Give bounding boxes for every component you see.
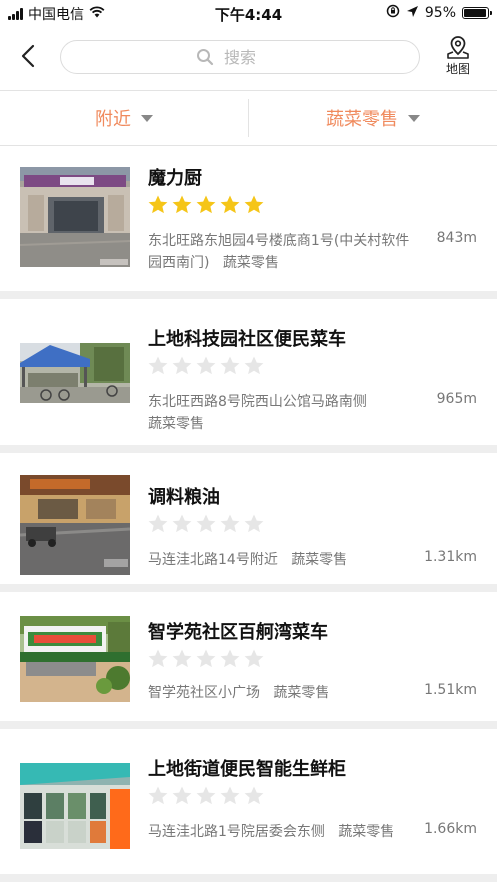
- shop-name: 魔力厨: [148, 168, 202, 189]
- shop-photo: [20, 763, 130, 849]
- nav-bar: 地图: [0, 26, 497, 90]
- shop-distance: 1.51km: [424, 682, 477, 698]
- star-icon: [172, 356, 192, 375]
- shop-address-text: 智学苑社区小广场: [148, 685, 260, 701]
- shop-category: 蔬菜零售: [338, 824, 395, 840]
- caret-down-icon: [141, 114, 153, 122]
- star-icon: [244, 786, 264, 805]
- filter-category-label: 蔬菜零售: [326, 109, 398, 130]
- shop-name: 智学苑社区百舸湾菜车: [148, 622, 328, 643]
- star-icon: [148, 195, 168, 214]
- star-icon: [148, 786, 168, 805]
- filter-distance-label: 附近: [95, 109, 131, 130]
- shop-card[interactable]: 上地街道便民智能生鲜柜 马连洼北路1号院居委会东侧 蔬菜零售 1.66km: [0, 729, 497, 882]
- shop-photo: [20, 616, 130, 702]
- shop-name: 上地科技园社区便民菜车: [148, 329, 346, 350]
- rating-stars: [147, 355, 265, 376]
- shop-category: 蔬菜零售: [273, 685, 330, 701]
- shop-name: 调料粮油: [148, 487, 220, 508]
- search-input[interactable]: [224, 47, 284, 67]
- map-button[interactable]: 地图: [436, 34, 480, 84]
- star-icon: [196, 786, 216, 805]
- star-icon: [196, 356, 216, 375]
- shop-card[interactable]: 上地科技园社区便民菜车 东北旺西路8号院西山公馆马路南侧 蔬菜零售 965m: [0, 299, 497, 453]
- shop-address: 东北旺路东旭园4号楼底商1号(中关村软件园西南门) 蔬菜零售: [148, 230, 416, 274]
- star-icon: [148, 356, 168, 375]
- star-icon: [220, 195, 240, 214]
- star-icon: [172, 649, 192, 668]
- star-icon: [244, 195, 264, 214]
- shop-address-text: 马连洼北路1号院居委会东侧: [148, 824, 325, 840]
- shop-distance: 843m: [436, 230, 477, 246]
- map-label: 地图: [445, 62, 470, 76]
- star-icon: [148, 649, 168, 668]
- shop-name: 上地街道便民智能生鲜柜: [148, 759, 346, 780]
- star-icon: [220, 786, 240, 805]
- filter-distance[interactable]: 附近: [0, 91, 248, 145]
- rotation-lock-icon: [386, 4, 400, 22]
- shop-distance: 1.31km: [424, 549, 477, 565]
- shop-photo: [20, 475, 130, 575]
- shop-address: 马连洼北路1号院居委会东侧 蔬菜零售: [148, 821, 410, 843]
- rating-stars: [147, 648, 265, 669]
- star-icon: [196, 195, 216, 214]
- star-icon: [172, 195, 192, 214]
- shop-address-text: 马连洼北路14号附近: [148, 552, 278, 568]
- star-icon: [172, 786, 192, 805]
- caret-down-icon: [408, 114, 420, 122]
- shop-photo: [20, 343, 130, 403]
- rating-stars: [147, 194, 265, 215]
- shop-photo: [20, 167, 130, 267]
- star-icon: [220, 649, 240, 668]
- filter-category[interactable]: 蔬菜零售: [249, 91, 497, 145]
- star-icon: [244, 356, 264, 375]
- star-icon: [220, 514, 240, 533]
- shop-address: 马连洼北路14号附近 蔬菜零售: [148, 549, 416, 571]
- search-icon: [197, 49, 214, 66]
- star-icon: [172, 514, 192, 533]
- rating-stars: [147, 513, 265, 534]
- shop-card[interactable]: 调料粮油 马连洼北路14号附近 蔬菜零售 1.31km: [0, 453, 497, 592]
- status-bar: 中国电信 下午4:44 95%: [0, 0, 497, 26]
- shop-card[interactable]: 魔力厨 东北旺路东旭园4号楼底商1号(中关村软件园西南门) 蔬菜零售 843m: [0, 146, 497, 299]
- shop-address: 智学苑社区小广场 蔬菜零售: [148, 682, 416, 704]
- battery-icon: [462, 7, 492, 19]
- shop-distance: 1.66km: [424, 821, 477, 837]
- shop-category: 蔬菜零售: [222, 255, 279, 271]
- map-pin-icon: [447, 36, 469, 59]
- chevron-left-icon: [21, 44, 35, 68]
- filter-bar: 附近 蔬菜零售: [0, 90, 497, 146]
- shop-distance: 965m: [436, 391, 477, 407]
- shop-category: 蔬菜零售: [291, 552, 348, 568]
- star-icon: [244, 649, 264, 668]
- shop-card[interactable]: 智学苑社区百舸湾菜车 智学苑社区小广场 蔬菜零售 1.51km: [0, 592, 497, 729]
- shop-list: 魔力厨 东北旺路东旭园4号楼底商1号(中关村软件园西南门) 蔬菜零售 843m …: [0, 146, 497, 882]
- location-arrow-icon: [406, 5, 419, 22]
- rating-stars: [147, 785, 265, 806]
- star-icon: [244, 514, 264, 533]
- shop-address-text: 东北旺西路8号院西山公馆马路南侧: [148, 394, 367, 410]
- star-icon: [196, 649, 216, 668]
- back-button[interactable]: [12, 40, 44, 72]
- shop-category: 蔬菜零售: [148, 416, 204, 432]
- shop-address: 东北旺西路8号院西山公馆马路南侧 蔬菜零售: [148, 391, 416, 435]
- battery-percent: 95%: [424, 5, 456, 21]
- star-icon: [196, 514, 216, 533]
- search-box[interactable]: [60, 40, 420, 74]
- star-icon: [220, 356, 240, 375]
- star-icon: [148, 514, 168, 533]
